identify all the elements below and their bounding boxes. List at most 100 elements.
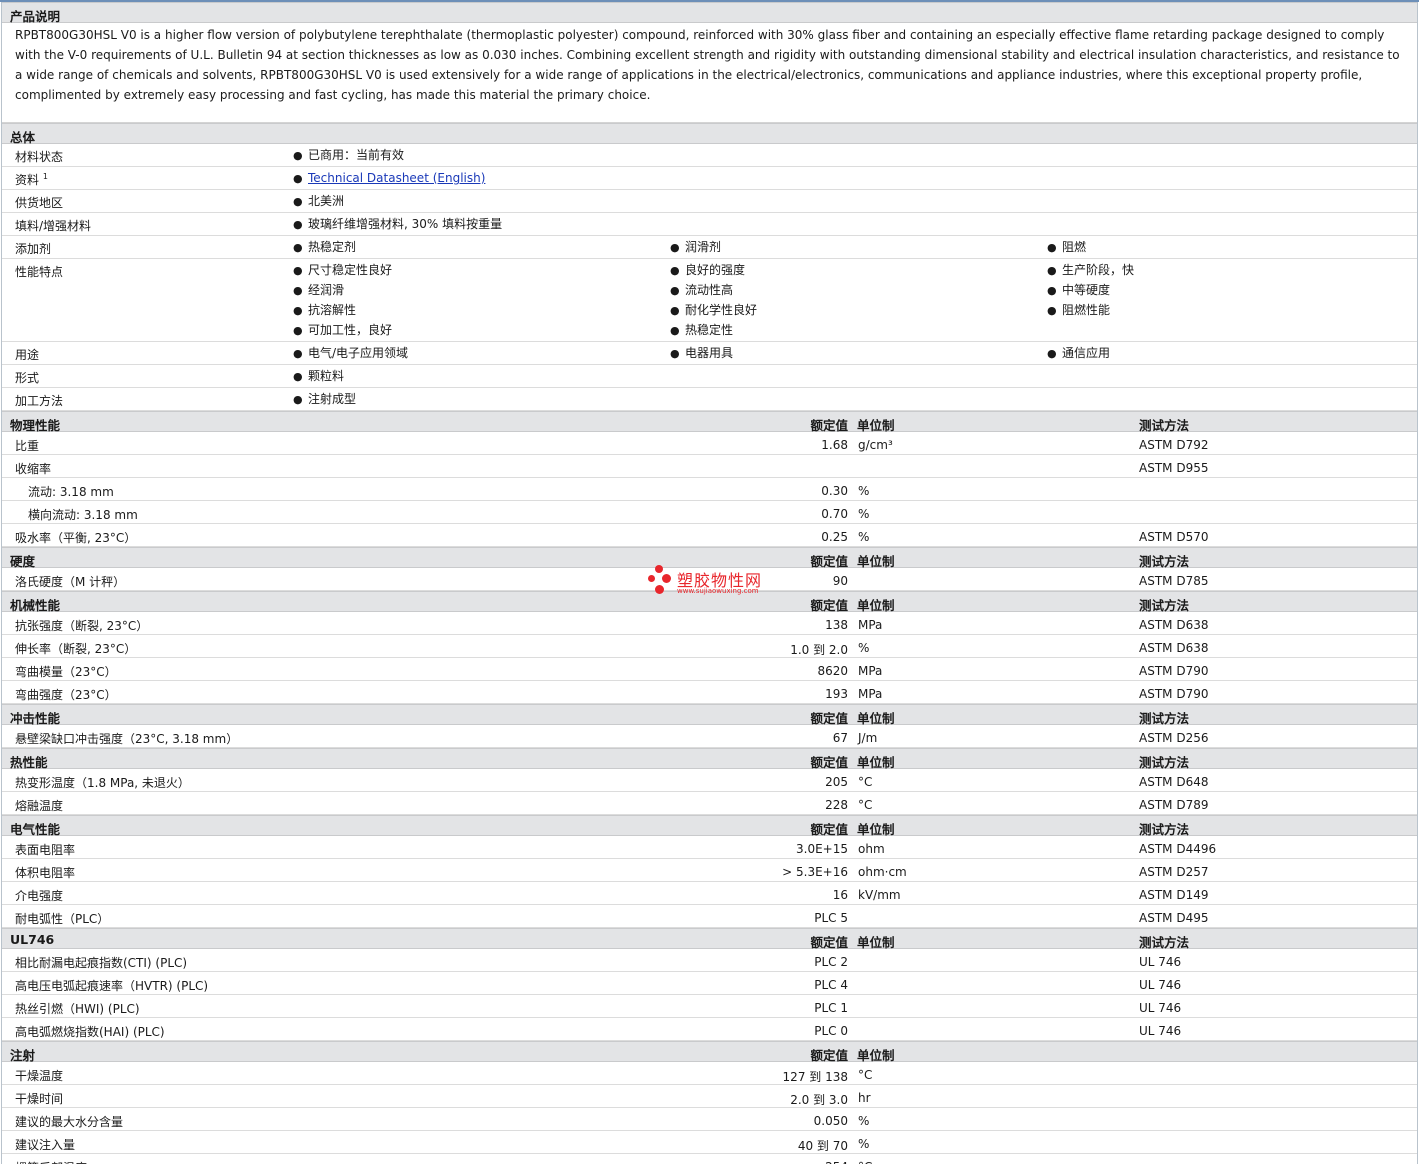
property-value: 0.30 bbox=[821, 484, 848, 498]
list-item: ● 热稳定剂 bbox=[293, 240, 663, 260]
table-row: 热丝引燃（HWI) (PLC) PLC 1 UL 746 bbox=[2, 995, 1417, 1018]
test-method: ASTM D785 bbox=[1139, 574, 1209, 588]
property-value: 193 bbox=[825, 687, 848, 701]
bullet-icon: ● bbox=[670, 241, 680, 254]
property-value: 0.050 bbox=[813, 1114, 848, 1128]
property-value: PLC 4 bbox=[814, 978, 848, 992]
test-method: ASTM D149 bbox=[1139, 888, 1209, 902]
property-value: 138 bbox=[825, 618, 848, 632]
watermark-logo: 塑胶物性网 www.sujiaowuxing.com bbox=[647, 565, 787, 605]
injection-properties: 干燥温度 127 到 138 °C 干燥时间 2.0 到 3.0 hr 建议的最大水分含量 0… bbox=[2, 1062, 1417, 1164]
list-item: ● 经润滑 bbox=[293, 283, 663, 303]
property-label-text: 加工方法 bbox=[15, 394, 64, 408]
property-unit: J/m bbox=[858, 731, 878, 745]
property-label: 伸长率（断裂, 23°C） bbox=[15, 642, 137, 656]
property-value: 67 bbox=[832, 731, 848, 745]
table-row: 收缩率 ASTM D955 bbox=[2, 455, 1417, 478]
table-row: 干燥温度 127 到 138 °C bbox=[2, 1062, 1417, 1085]
table-row: 流动: 3.18 mm 0.30% bbox=[2, 478, 1417, 501]
property-label: 资料 1 bbox=[15, 171, 48, 188]
section-title: UL746 bbox=[10, 932, 55, 947]
test-method: ASTM D495 bbox=[1139, 911, 1209, 925]
property-label: 流动: 3.18 mm bbox=[28, 485, 114, 499]
list-item-text: 电气/电子应用领域 bbox=[308, 346, 409, 360]
table-row: 弯曲强度（23°C） 193 MPa ASTM D790 bbox=[2, 681, 1417, 704]
impact-properties: 悬壁梁缺口冲击强度（23°C, 3.18 mm） 67 J/m ASTM D256 bbox=[2, 725, 1417, 748]
property-unit: hr bbox=[858, 1091, 871, 1105]
general-row: 加工方法 ● 注射成型 bbox=[2, 388, 1417, 411]
list-item: ● 电器用具 bbox=[670, 346, 1040, 366]
property-value: 254 bbox=[825, 1160, 848, 1164]
table-row: 螺筒后部温度 254 °C bbox=[2, 1154, 1417, 1164]
list-item: ● 中等硬度 bbox=[1047, 283, 1417, 303]
bullet-icon: ● bbox=[1047, 284, 1057, 297]
property-label: 洛氏硬度（M 计秤） bbox=[15, 575, 126, 589]
bullet-icon: ● bbox=[293, 393, 303, 406]
property-value: 0.70 bbox=[821, 507, 848, 521]
list-item: ● 流动性高 bbox=[670, 283, 1040, 303]
table-row: 介电强度 16 kV/mm ASTM D149 bbox=[2, 882, 1417, 905]
general-row: 供货地区 ● 北美洲 bbox=[2, 190, 1417, 213]
bullet-icon: ● bbox=[293, 324, 303, 337]
value-column: ● 电气/电子应用领域 bbox=[293, 346, 663, 366]
test-method: ASTM D638 bbox=[1139, 641, 1209, 655]
test-method: ASTM D256 bbox=[1139, 731, 1209, 745]
table-row: 吸水率（平衡, 23°C） 0.25% ASTM D570 bbox=[2, 524, 1417, 547]
value-column: ● 生产阶段，快 ● 中等硬度 ● 阻燃性能 bbox=[1047, 263, 1417, 323]
list-item-text: 耐化学性良好 bbox=[685, 303, 758, 317]
property-label: 高电压电弧起痕速率（HVTR) (PLC) bbox=[15, 979, 209, 993]
property-unit: % bbox=[858, 641, 870, 655]
test-method: ASTM D790 bbox=[1139, 687, 1209, 701]
list-item-text: 经润滑 bbox=[308, 283, 345, 297]
list-item-text: 阻燃性能 bbox=[1062, 303, 1111, 317]
property-value: 127 到 138 bbox=[782, 1070, 848, 1084]
ul746-properties: 相比耐漏电起痕指数(CTI) (PLC) PLC 2 UL 746 高电压电弧起痕速率… bbox=[2, 949, 1417, 1041]
property-value: 1.0 到 2.0 bbox=[790, 643, 848, 657]
section-header-injection: 注射 额定值 单位制 bbox=[2, 1041, 1417, 1063]
table-row: 横向流动: 3.18 mm 0.70% bbox=[2, 501, 1417, 524]
general-row: 性能特点 ● 尺寸稳定性良好 ● 经润滑 ● 抗溶解性 ● 可加工性，良好 ● 良好的强度 ● 流动性高… bbox=[2, 259, 1417, 342]
property-label: 加工方法 bbox=[15, 392, 63, 409]
list-item: ● 尺寸稳定性良好 bbox=[293, 263, 663, 283]
property-label: 横向流动: 3.18 mm bbox=[28, 508, 138, 522]
property-value: PLC 2 bbox=[814, 955, 848, 969]
property-label: 建议注入量 bbox=[15, 1138, 76, 1152]
general-row: 形式 ● 颗粒料 bbox=[2, 365, 1417, 388]
property-value: 2.0 到 3.0 bbox=[790, 1093, 848, 1107]
property-unit: g/cm³ bbox=[858, 438, 893, 452]
list-item-text: 通信应用 bbox=[1062, 346, 1111, 360]
table-row: 建议的最大水分含量 0.050% bbox=[2, 1108, 1417, 1131]
table-row: 表面电阻率 3.0E+15 ohm ASTM D4496 bbox=[2, 836, 1417, 859]
property-label-text: 形式 bbox=[15, 371, 40, 385]
property-value: PLC 5 bbox=[814, 911, 848, 925]
bullet-icon: ● bbox=[293, 347, 303, 360]
property-label: 干燥温度 bbox=[15, 1069, 64, 1083]
bullet-icon: ● bbox=[293, 284, 303, 297]
bullet-icon: ● bbox=[293, 241, 303, 254]
logo-dot bbox=[655, 585, 664, 594]
property-unit: % bbox=[858, 507, 870, 521]
list-item-text: 热稳定剂 bbox=[308, 240, 357, 254]
value-column: ● 润滑剂 bbox=[670, 240, 1040, 260]
thermal-properties: 热变形温度（1.8 MPa, 未退火） 205 °C ASTM D648 熔融温度 228… bbox=[2, 769, 1417, 815]
table-row: 高电压电弧起痕速率（HVTR) (PLC) PLC 4 UL 746 bbox=[2, 972, 1417, 995]
property-label: 抗张强度（断裂, 23°C） bbox=[15, 619, 149, 633]
list-item-text: 注射成型 bbox=[308, 392, 357, 406]
test-method: UL 746 bbox=[1139, 1024, 1182, 1038]
property-label: 悬壁梁缺口冲击强度（23°C, 3.18 mm） bbox=[15, 732, 239, 746]
list-item-text: 良好的强度 bbox=[685, 263, 746, 277]
property-value: 8620 bbox=[817, 664, 848, 678]
general-properties: 材料状态 ● 已商用：当前有效 资料 1 ● Technical Datasheet (E… bbox=[2, 144, 1417, 411]
section-header-impact: 冲击性能 额定值 单位制 测试方法 bbox=[2, 704, 1417, 726]
datasheet-link[interactable]: Technical Datasheet (English) bbox=[308, 171, 485, 185]
bullet-icon: ● bbox=[293, 264, 303, 277]
property-label: 弯曲强度（23°C） bbox=[15, 688, 117, 702]
electrical-properties: 表面电阻率 3.0E+15 ohm ASTM D4496 体积电阻率 > 5.3E+16 o… bbox=[2, 836, 1417, 928]
property-label: 建议的最大水分含量 bbox=[15, 1115, 124, 1129]
bullet-icon: ● bbox=[293, 172, 303, 185]
value-column: ● 尺寸稳定性良好 ● 经润滑 ● 抗溶解性 ● 可加工性，良好 bbox=[293, 263, 663, 343]
property-label: 添加剂 bbox=[15, 240, 51, 257]
table-row: 建议注入量 40 到 70% bbox=[2, 1131, 1417, 1154]
property-unit: % bbox=[858, 1137, 870, 1151]
property-label-text: 添加剂 bbox=[15, 242, 52, 256]
